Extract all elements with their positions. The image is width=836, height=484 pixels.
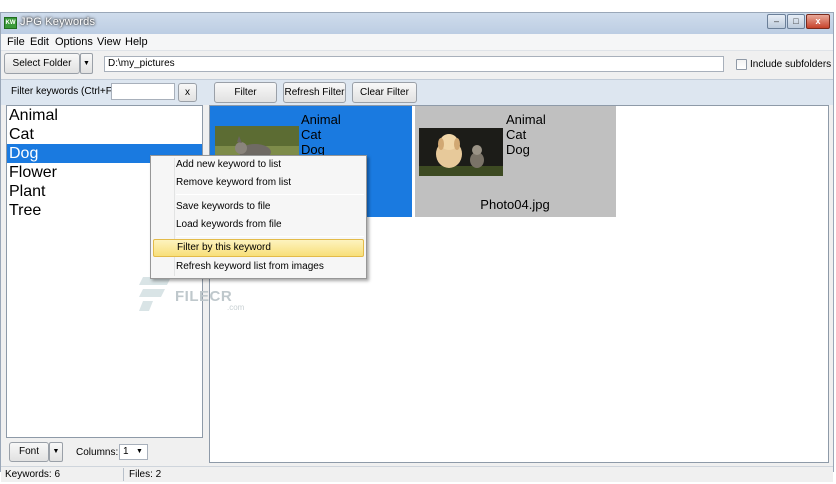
status-file-count: Files: 2 [129,469,162,480]
menu-item-refresh-keywords[interactable]: Refresh keyword list from images [153,258,364,276]
image-keyword: Dog [506,142,530,157]
image-keyword: Cat [506,127,527,142]
menu-item-add-keyword[interactable]: Add new keyword to list [153,156,364,174]
menu-item-filter-by-keyword[interactable]: Filter by this keyword [153,239,364,257]
watermark-subtext: .com [227,303,245,312]
select-folder-button[interactable]: Select Folder [4,53,80,74]
app-window: KW JPG Keywords – □ x File Edit Options … [0,12,834,482]
watermark: FILECR .com [139,275,244,316]
menu-options[interactable]: Options [55,36,93,48]
keyword-panel-footer: Font ▼ Columns: 1 ▼ [1,440,206,464]
font-button[interactable]: Font [9,442,49,462]
keyword-item[interactable]: Animal [7,106,202,125]
image-keyword: Animal [506,112,546,127]
folder-path-field[interactable]: D:\my_pictures [104,56,724,72]
image-keyword: Animal [301,112,341,127]
title-bar[interactable]: KW JPG Keywords – □ x [1,13,833,34]
filter-bar: Filter keywords (Ctrl+F) x Filter Refres… [1,79,833,105]
menu-separator [176,194,364,195]
columns-select[interactable]: 1 ▼ [119,444,148,460]
include-subfolders-checkbox[interactable] [736,59,747,70]
menu-bar: File Edit Options View Help [1,34,833,50]
chevron-down-icon: ▼ [136,448,143,455]
status-bar: Keywords: 6 Files: 2 [1,466,833,482]
refresh-filter-button[interactable]: Refresh Filter [283,82,346,103]
window-title: JPG Keywords [20,16,96,28]
menu-edit[interactable]: Edit [30,36,49,48]
status-keyword-count: Keywords: 6 [5,469,61,480]
maximize-button[interactable]: □ [787,14,805,29]
clear-keyword-filter-button[interactable]: x [178,83,197,102]
app-icon: KW [4,17,17,29]
watermark-text: FILECR [175,288,233,305]
puppy-photo-thumbnail [419,128,503,176]
menu-item-save-keywords[interactable]: Save keywords to file [153,198,364,216]
menu-item-remove-keyword[interactable]: Remove keyword from list [153,174,364,192]
font-dropdown[interactable]: ▼ [49,442,63,462]
image-card[interactable]: Animal Cat Dog Photo04.jpg [415,106,616,217]
image-filename: Photo04.jpg [480,197,550,212]
include-subfolders-label: Include subfolders [750,59,832,70]
chevron-down-icon: ▼ [52,448,60,455]
status-divider [123,468,124,481]
filter-keywords-label: Filter keywords (Ctrl+F) [11,86,116,97]
columns-label: Columns: [76,447,119,458]
filter-button[interactable]: Filter [214,82,277,103]
minimize-button[interactable]: – [767,14,786,29]
image-keyword: Cat [301,127,322,142]
thumbnail-image [419,128,503,176]
menu-item-load-keywords[interactable]: Load keywords from file [153,216,364,234]
select-folder-dropdown[interactable]: ▼ [80,53,93,74]
filter-keywords-input[interactable] [111,83,175,100]
clear-filter-button[interactable]: Clear Filter [352,82,417,103]
menu-help[interactable]: Help [125,36,148,48]
keyword-item[interactable]: Cat [7,125,202,144]
menu-file[interactable]: File [7,36,25,48]
columns-value: 1 [123,446,129,457]
watermark-logo-icon [139,277,171,311]
menu-separator [176,236,364,237]
toolbar: Select Folder ▼ D:\my_pictures Include s… [1,50,833,79]
context-menu: Add new keyword to list Remove keyword f… [150,155,367,279]
chevron-down-icon: ▼ [83,60,90,67]
close-button[interactable]: x [806,14,830,29]
menu-view[interactable]: View [97,36,121,48]
